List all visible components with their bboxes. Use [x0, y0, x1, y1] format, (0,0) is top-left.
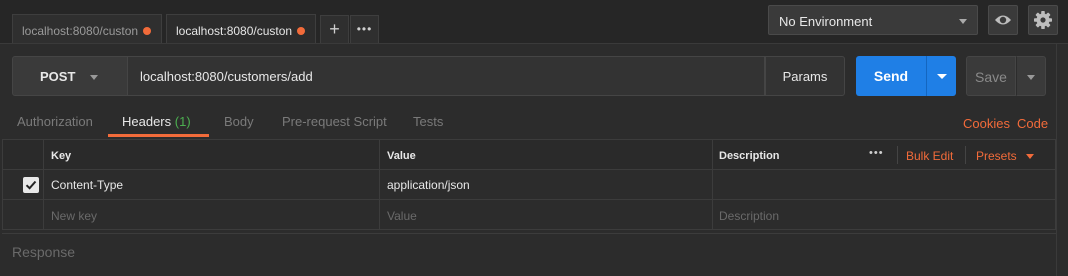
tab-authorization[interactable]: Authorization	[17, 114, 93, 129]
plus-icon: +	[329, 19, 340, 39]
chevron-down-icon	[937, 74, 947, 79]
more-icon: •••	[356, 22, 373, 36]
header-enabled-checkbox[interactable]	[23, 177, 39, 193]
environment-label: No Environment	[779, 14, 873, 29]
save-options-button[interactable]	[1016, 56, 1046, 96]
caret-down-icon	[1026, 154, 1035, 160]
chevron-down-icon	[90, 75, 98, 80]
eye-icon	[995, 15, 1011, 25]
cookies-link[interactable]: Cookies	[963, 116, 1010, 131]
table-row: Content-Type application/json	[3, 170, 1055, 200]
method-select[interactable]: POST	[12, 56, 128, 96]
presets-label: Presets	[976, 149, 1017, 163]
headers-count-badge: (1)	[174, 114, 191, 129]
table-header-row: Key Value Description ••• Bulk Edit Pres…	[3, 140, 1055, 170]
settings-button[interactable]	[1028, 5, 1058, 35]
active-tab-indicator	[108, 134, 209, 137]
header-key-cell[interactable]: Content-Type	[51, 178, 123, 192]
new-description-input[interactable]: Description	[719, 209, 779, 223]
params-button[interactable]: Params	[765, 56, 845, 96]
environment-select[interactable]: No Environment	[768, 5, 978, 35]
column-header-value: Value	[387, 150, 416, 162]
request-tab-active[interactable]: localhost:8080/custon	[166, 14, 316, 44]
environment-quick-look-button[interactable]	[988, 5, 1018, 35]
send-button[interactable]: Send	[856, 56, 926, 96]
bulk-edit-button[interactable]: Bulk Edit	[906, 149, 953, 163]
tab-prerequest-script[interactable]: Pre-request Script	[282, 114, 387, 129]
column-header-description: Description	[719, 150, 780, 162]
unsaved-dot-icon	[143, 27, 151, 35]
more-options-icon[interactable]: •••	[869, 147, 884, 159]
gear-icon	[1034, 11, 1052, 29]
new-tab-button[interactable]: +	[320, 15, 349, 44]
tab-headers[interactable]: Headers (1)	[122, 114, 191, 129]
tab-tests[interactable]: Tests	[413, 114, 443, 129]
tab-bar: localhost:8080/custon localhost:8080/cus…	[0, 0, 1068, 44]
new-value-input[interactable]: Value	[387, 209, 417, 223]
response-label: Response	[12, 244, 76, 260]
headers-table: Key Value Description ••• Bulk Edit Pres…	[2, 139, 1056, 230]
chevron-down-icon	[1027, 75, 1035, 80]
chevron-down-icon	[959, 19, 967, 24]
column-header-key: Key	[51, 150, 72, 162]
send-label: Send	[873, 68, 909, 84]
save-label: Save	[975, 69, 1007, 85]
tab-label: localhost:8080/custon	[176, 24, 293, 38]
check-icon	[25, 180, 37, 190]
unsaved-dot-icon	[297, 27, 305, 35]
tab-body[interactable]: Body	[224, 114, 254, 129]
tab-label: localhost:8080/custon	[22, 24, 139, 38]
header-value-cell[interactable]: application/json	[387, 178, 470, 192]
tab-headers-label: Headers	[122, 114, 172, 129]
send-options-button[interactable]	[926, 56, 956, 96]
params-label: Params	[782, 69, 828, 84]
code-link[interactable]: Code	[1017, 116, 1048, 131]
table-row-new: New key Value Description	[3, 200, 1055, 230]
url-input[interactable]: localhost:8080/customers/add	[128, 56, 765, 96]
request-tab[interactable]: localhost:8080/custon	[12, 14, 162, 44]
save-button[interactable]: Save	[966, 56, 1016, 96]
presets-dropdown[interactable]: Presets	[976, 149, 1035, 163]
response-section[interactable]: Response	[2, 233, 1056, 271]
method-label: POST	[40, 69, 76, 84]
tab-overflow-button[interactable]: •••	[350, 15, 379, 44]
new-key-input[interactable]: New key	[51, 209, 97, 223]
url-text: localhost:8080/customers/add	[140, 69, 313, 84]
